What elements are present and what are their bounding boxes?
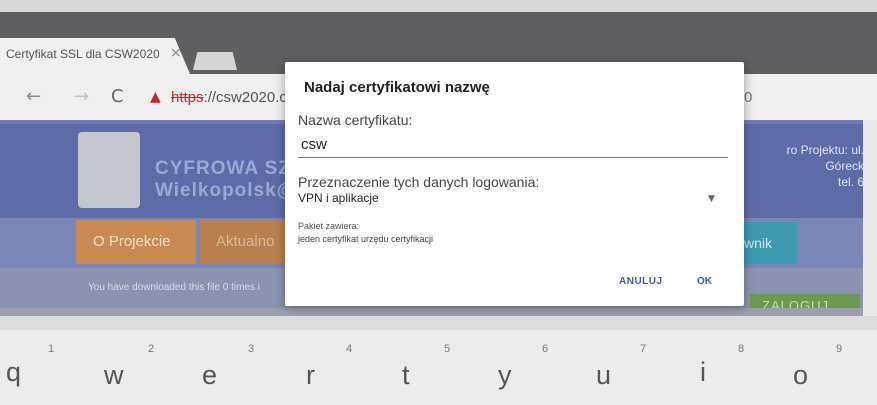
close-icon[interactable]: × (170, 45, 182, 61)
download-notice: You have downloaded this file 0 times i (88, 282, 260, 293)
key-o[interactable]: o (793, 360, 808, 391)
warning-icon[interactable]: ▲ (150, 89, 161, 105)
menu-item-projekt-label: O Projekcie (93, 233, 171, 250)
usage-label: Przeznaczenie tych danych logowania: (298, 174, 540, 190)
certificate-name-dialog: Nadaj certyfikatowi nazwę Nazwa certyfik… (285, 62, 744, 306)
key-i[interactable]: i (700, 357, 706, 388)
key-t[interactable]: t (402, 360, 410, 391)
key-number: 4 (346, 343, 353, 355)
contact-line2: tel. 6 (837, 175, 864, 189)
contact-line1: ro Projektu: ul. Góreck (786, 143, 864, 173)
logo-text-line1: CYFROWA SZK (155, 158, 306, 179)
package-label: Pakiet zawiera: (298, 221, 360, 231)
key-u[interactable]: u (596, 360, 611, 391)
key-number: 2 (148, 343, 155, 355)
key-e[interactable]: e (202, 360, 217, 391)
site-logo-text: CYFROWA SZK Wielkopolsk@ (155, 158, 306, 202)
screen-bezel (0, 0, 877, 12)
certificate-name-input[interactable] (298, 132, 728, 158)
reload-icon[interactable]: C (111, 86, 124, 107)
new-tab-button[interactable] (193, 52, 237, 70)
site-contact-info: ro Projektu: ul. Góreck tel. 6 (746, 142, 864, 190)
arrow-back-icon[interactable]: ← (26, 86, 41, 107)
key-q[interactable]: q (6, 357, 21, 388)
menu-item-right-label: wnik (744, 235, 773, 251)
logo-text-line2: Wielkopolsk@ (155, 180, 297, 201)
key-number: 3 (248, 343, 255, 355)
key-w[interactable]: w (104, 360, 124, 391)
key-y[interactable]: y (498, 360, 512, 391)
key-number: 7 (640, 343, 647, 355)
dialog-title: Nadaj certyfikatowi nazwę (304, 79, 490, 96)
package-value: jeden certyfikat urzędu certyfikacji (298, 234, 434, 244)
key-number: 1 (48, 343, 55, 355)
chevron-down-icon: ▼ (708, 194, 715, 204)
url-text: ://csw2020.c (203, 89, 287, 106)
menu-item-aktualnosci-label: Aktualno (216, 233, 275, 250)
url-tail: 0 (744, 89, 753, 106)
key-number: 8 (738, 343, 745, 355)
address-bar[interactable]: https://csw2020.c (171, 89, 287, 106)
tab-title: Certyfikat SSL dla CSW2020 (6, 47, 160, 61)
usage-select[interactable]: VPN i aplikacje ▼ (298, 191, 728, 213)
key-r[interactable]: r (306, 360, 315, 391)
site-logo[interactable] (78, 132, 140, 208)
key-number: 9 (836, 343, 843, 355)
on-screen-keyboard (0, 330, 877, 405)
cancel-button[interactable]: ANULUJ (619, 276, 663, 287)
key-number: 6 (542, 343, 549, 355)
usage-select-value: VPN i aplikacje (298, 191, 379, 205)
ok-button[interactable]: OK (697, 276, 712, 287)
key-number: 5 (444, 343, 451, 355)
arrow-forward-icon[interactable]: → (74, 86, 89, 107)
certificate-name-label: Nazwa certyfikatu: (298, 112, 413, 128)
url-protocol: https (171, 89, 204, 106)
